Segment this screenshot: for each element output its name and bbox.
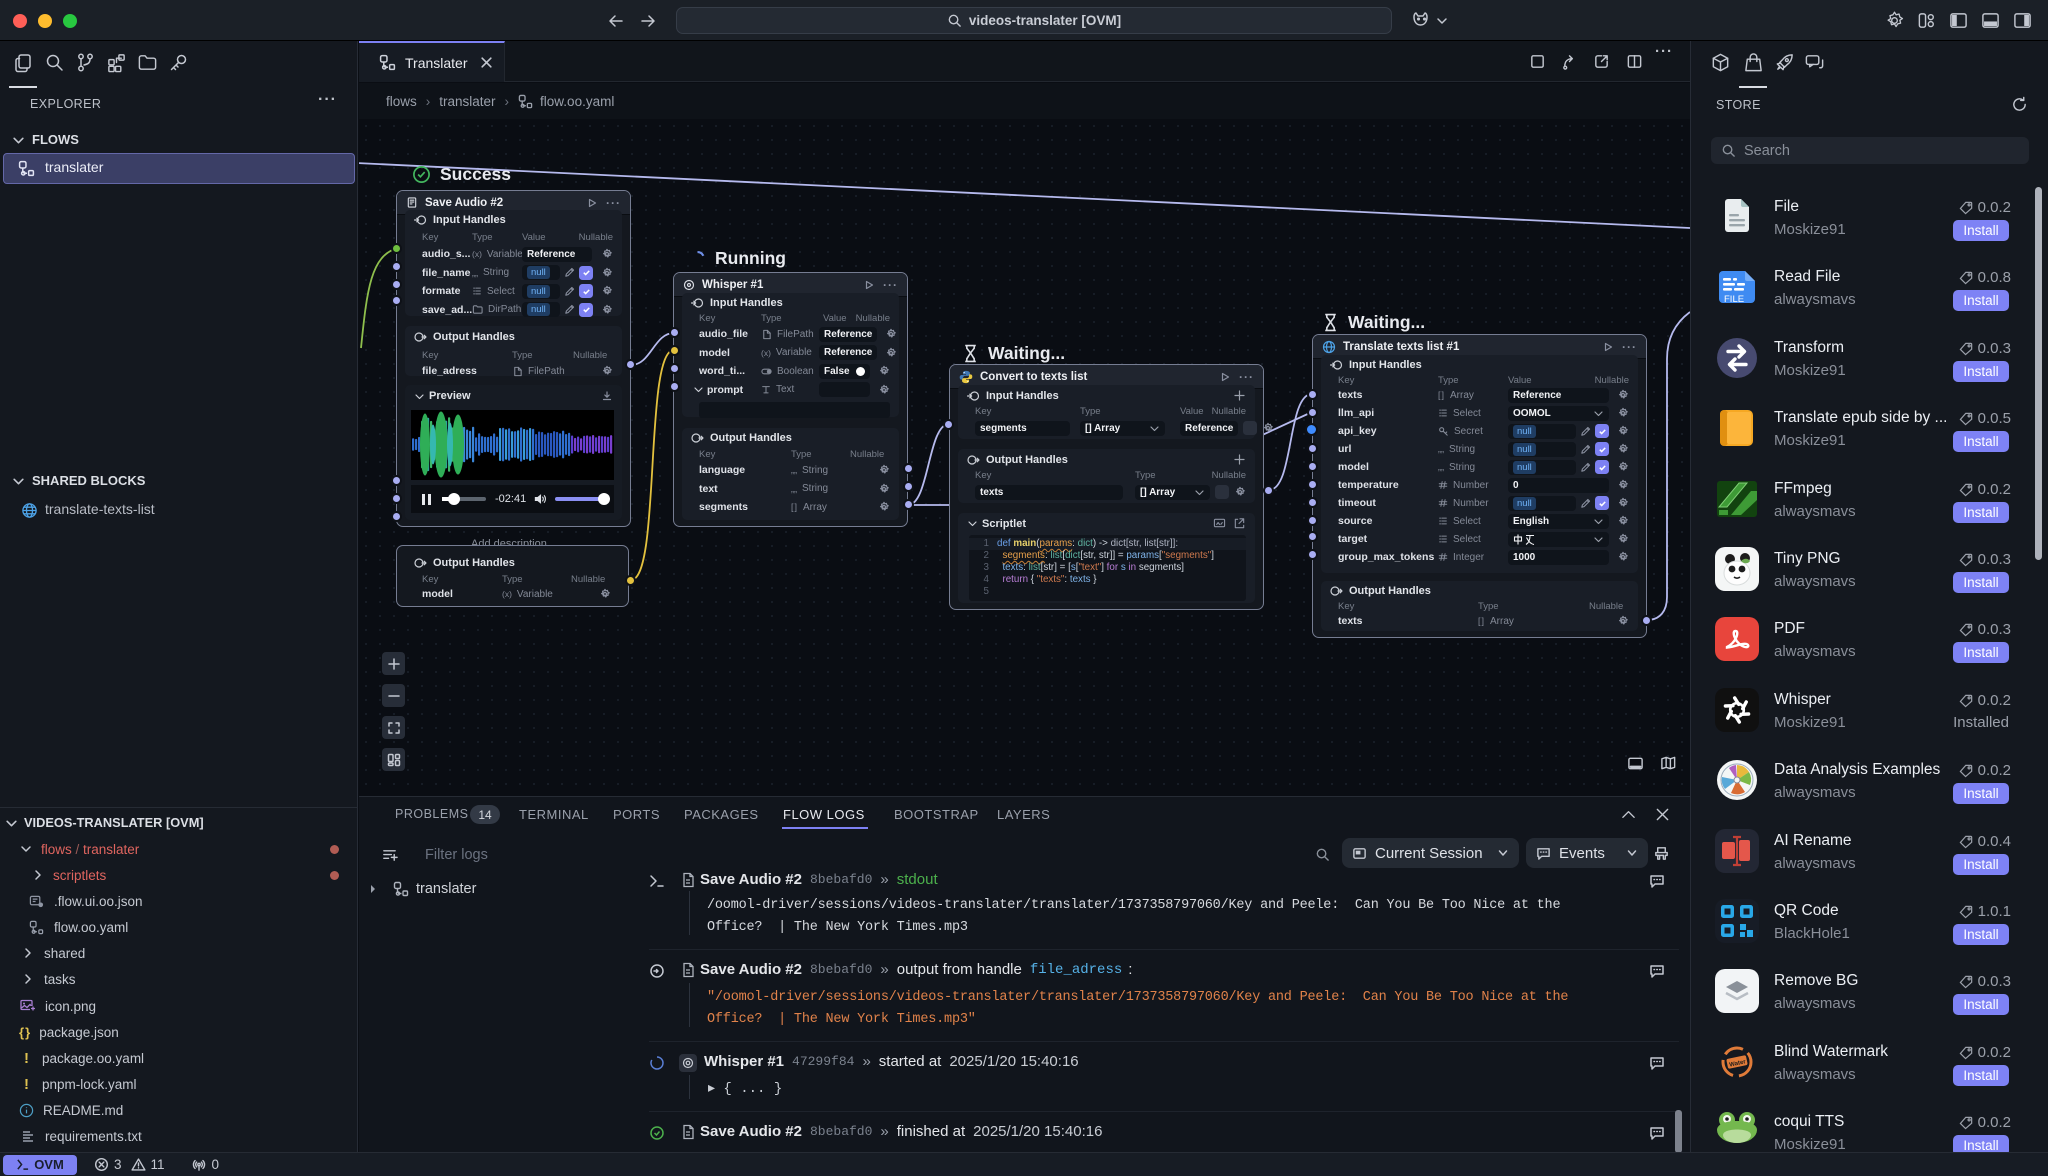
svg-text:FILE: FILE [1724,294,1744,305]
